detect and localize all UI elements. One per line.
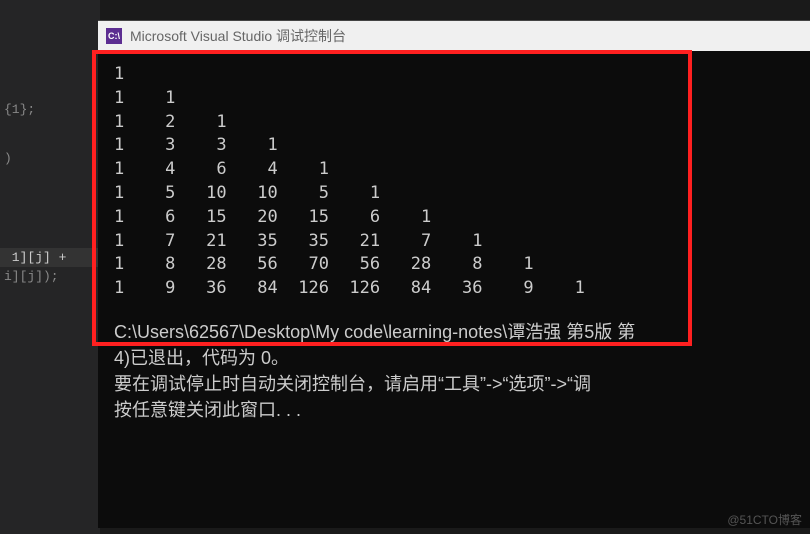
status-hint: 要在调试停止时自动关闭控制台，请启用“工具”->“选项”->“调 [114,371,794,397]
status-exit: 4)已退出，代码为 0。 [114,345,794,371]
table-row: 1 5 10 10 5 1 [114,182,794,206]
pascal-triangle-output: 11 11 2 11 3 3 11 4 6 4 11 5 10 10 5 11 … [114,63,794,301]
table-row: 1 7 21 35 35 21 7 1 [114,230,794,254]
table-row: 1 6 15 20 15 6 1 [114,206,794,230]
editor-frag: {1}; [0,100,100,119]
watermark: @51CTO博客 [727,511,802,528]
table-row: 1 2 1 [114,111,794,135]
console-body: 11 11 2 11 3 3 11 4 6 4 11 5 10 10 5 11 … [98,51,810,435]
editor-frag: i][j]); [0,267,100,286]
table-row: 1 [114,63,794,87]
editor-frag: 1][j] + [0,248,100,267]
table-row: 1 9 36 84 126 126 84 36 9 1 [114,277,794,301]
titlebar[interactable]: C:\ Microsoft Visual Studio 调试控制台 [98,21,810,51]
table-row: 1 3 3 1 [114,134,794,158]
status-path: C:\Users\62567\Desktop\My code\learning-… [114,319,794,345]
table-row: 1 1 [114,87,794,111]
editor-background: {1}; ) 1][j] + i][j]); [0,0,100,534]
table-row: 1 8 28 56 70 56 28 8 1 [114,253,794,277]
status-text: C:\Users\62567\Desktop\My code\learning-… [114,319,794,423]
window-title: Microsoft Visual Studio 调试控制台 [130,26,346,46]
status-close: 按任意键关闭此窗口. . . [114,397,794,423]
vs-icon: C:\ [106,28,122,44]
editor-frag: ) [0,149,100,168]
console-window: C:\ Microsoft Visual Studio 调试控制台 11 11 … [98,20,810,528]
table-row: 1 4 6 4 1 [114,158,794,182]
